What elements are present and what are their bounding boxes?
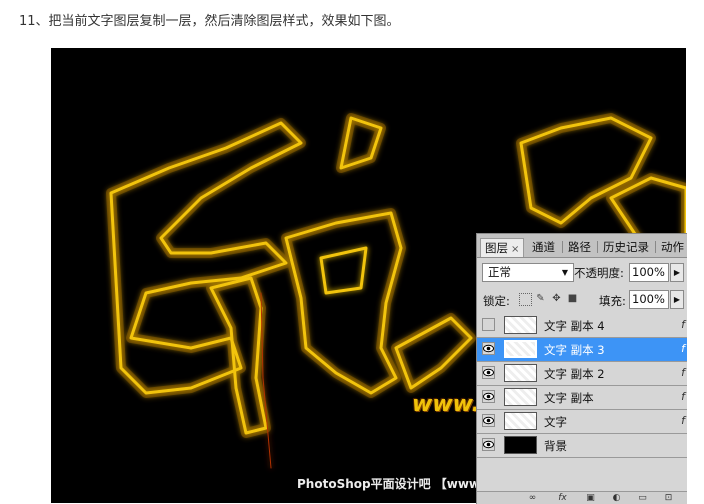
new-layer-icon[interactable]: ⊡ (663, 493, 674, 503)
layer-effects-icon[interactable]: f (681, 390, 685, 403)
visibility-toggle-empty[interactable] (482, 318, 495, 331)
blend-opacity-row: 正常 ▼ 不透明度: 100% ▶ (477, 263, 687, 285)
layer-effects-icon[interactable]: f (681, 342, 685, 355)
fill-flyout-arrow-icon[interactable]: ▶ (670, 290, 684, 309)
add-layer-style-icon[interactable]: fx (557, 493, 568, 503)
eye-icon[interactable] (482, 438, 495, 451)
layer-name: 文字 副本 (544, 391, 594, 405)
blend-mode-value: 正常 (488, 265, 511, 279)
layer-name: 文字 副本 4 (544, 319, 605, 333)
eye-icon[interactable] (482, 366, 495, 379)
lock-transparency-icon[interactable] (519, 293, 532, 306)
tab-history-label: 历史记录 (603, 240, 649, 254)
layer-row[interactable]: 文字 副本 f (477, 386, 687, 410)
layer-row[interactable]: 文字 副本 2 f (477, 362, 687, 386)
link-layers-icon[interactable]: ∞ (527, 493, 538, 503)
layers-panel: 图层 × 通道 路径 历史记录 动作 正常 ▼ 不透明度: 100% ▶ 锁定: … (476, 233, 687, 504)
blend-mode-select[interactable]: 正常 ▼ (482, 263, 574, 282)
tab-history[interactable]: 历史记录 (599, 238, 653, 257)
layer-thumbnail (504, 340, 537, 358)
lock-move-icon[interactable]: ✥ (551, 293, 562, 304)
layer-thumbnail (504, 364, 537, 382)
layer-thumbnail (504, 436, 537, 454)
lock-label: 锁定: (483, 294, 510, 308)
layer-thumbnail (504, 412, 537, 430)
tab-divider (597, 241, 598, 253)
layer-row[interactable]: 文字 副本 4 f (477, 314, 687, 338)
add-mask-icon[interactable]: ▣ (585, 493, 596, 503)
eye-icon[interactable] (482, 342, 495, 355)
instruction-caption: 11、把当前文字图层复制一层，然后清除图层样式，效果如下图。 (19, 14, 400, 29)
opacity-flyout-arrow-icon[interactable]: ▶ (670, 263, 684, 282)
tab-actions[interactable]: 动作 (657, 238, 687, 257)
fill-label: 填充: (599, 294, 626, 308)
eye-icon[interactable] (482, 390, 495, 403)
layer-thumbnail (504, 388, 537, 406)
adjustment-layer-icon[interactable]: ◐ (611, 493, 622, 503)
tab-channels[interactable]: 通道 (528, 238, 559, 257)
tab-divider (655, 241, 656, 253)
tab-divider (562, 241, 563, 253)
lock-fill-row: 锁定: ✎ ✥ ■ 填充: 100% ▶ (477, 290, 687, 312)
tab-layers[interactable]: 图层 × (480, 238, 525, 257)
panel-footer: ∞ fx ▣ ◐ ▭ ⊡ (477, 491, 687, 504)
fill-field[interactable]: 100% (629, 290, 669, 309)
tab-actions-label: 动作 (661, 240, 684, 254)
layer-row[interactable]: 文字 f (477, 410, 687, 434)
layer-effects-icon[interactable]: f (681, 414, 685, 427)
layer-name: 文字 副本 2 (544, 367, 605, 381)
lock-brush-icon[interactable]: ✎ (535, 293, 546, 304)
layer-list: 文字 副本 4 f 文字 副本 3 f 文字 副本 2 f 文字 副本 f 文字… (477, 314, 687, 458)
layer-effects-icon[interactable]: f (681, 318, 685, 331)
layer-row-background[interactable]: 背景 (477, 434, 687, 458)
layer-name: 背景 (544, 439, 567, 453)
tab-layers-label: 图层 (485, 241, 508, 255)
tab-paths[interactable]: 路径 (564, 238, 595, 257)
layer-row-selected[interactable]: 文字 副本 3 f (477, 338, 687, 362)
layer-effects-icon[interactable]: f (681, 366, 685, 379)
layer-name: 文字 副本 3 (544, 343, 605, 357)
opacity-field[interactable]: 100% (629, 263, 669, 282)
layer-name: 文字 (544, 415, 567, 429)
eye-icon[interactable] (482, 414, 495, 427)
tab-paths-label: 路径 (568, 240, 591, 254)
opacity-label: 不透明度: (574, 266, 624, 280)
lock-all-icon[interactable]: ■ (567, 293, 578, 304)
new-group-icon[interactable]: ▭ (637, 493, 648, 503)
close-icon[interactable]: × (511, 244, 519, 255)
dropdown-arrow-icon: ▼ (561, 268, 568, 277)
layer-thumbnail (504, 316, 537, 334)
panel-tab-bar: 图层 × 通道 路径 历史记录 动作 (477, 234, 687, 258)
tab-channels-label: 通道 (532, 240, 555, 254)
